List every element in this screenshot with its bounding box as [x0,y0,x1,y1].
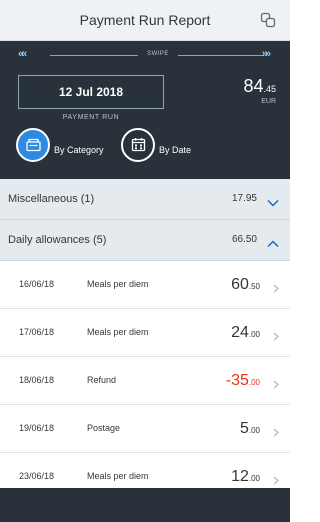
list-item[interactable]: 18/06/18 Refund -35.00 [0,357,290,405]
chevron-right-icon [273,328,279,346]
group-amount: 66.50 [231,234,257,245]
total-amount: 84.45 [243,76,276,97]
chevron-down-icon [267,194,279,212]
item-amount-cents: .00 [248,378,260,387]
item-amount-whole: -35 [225,372,249,389]
group-amount: 17.95 [231,193,257,204]
page-title: Payment Run Report [79,12,211,28]
item-amount-cents: .00 [248,474,260,483]
payment-run-date[interactable]: 12 Jul 2018 [18,75,164,109]
item-date: 17/06/18 [19,327,55,337]
group-daily-allowances[interactable]: Daily allowances (5) 66.50 [0,220,290,261]
footer-bar [0,488,290,522]
divider [50,55,138,56]
chevron-up-icon [267,235,279,253]
item-amount: 60.50 [231,261,260,310]
item-date: 16/06/18 [19,279,55,289]
item-amount-whole: 24 [231,324,249,341]
item-date: 18/06/18 [19,375,55,385]
item-amount-whole: 12 [231,468,249,485]
item-amount: 24.00 [231,309,260,358]
chevron-right-icon [273,424,279,442]
chevron-right-icon [273,280,279,298]
item-description: Meals per diem [87,327,149,337]
list-item[interactable]: 16/06/18 Meals per diem 60.50 [0,261,290,309]
chevron-right-icon [273,376,279,394]
calendar-icon [121,128,155,162]
item-amount-cents: .50 [248,282,260,291]
divider [178,55,264,56]
list-item[interactable]: 17/06/18 Meals per diem 24.00 [0,309,290,357]
item-amount: -35.00 [226,357,260,406]
payment-run-label: PAYMENT RUN [62,114,120,121]
group-title: Daily allowances (5) [8,234,107,246]
total-amount-whole: 84 [243,76,264,96]
item-description: Meals per diem [87,279,149,289]
payment-summary: «« SWIPE »» 12 Jul 2018 84.45 EUR PAYMEN… [0,41,290,179]
item-amount-cents: .00 [248,330,260,339]
category-icon [16,128,50,162]
item-description: Postage [87,423,121,433]
list-item[interactable]: 19/06/18 Postage 5.00 [0,405,290,453]
item-date: 19/06/18 [19,423,55,433]
item-amount-whole: 5 [239,420,249,437]
swipe-label: SWIPE [147,51,169,57]
by-category-label: By Category [54,145,104,155]
header-bar: Payment Run Report [0,0,290,41]
currency-label: EUR [261,98,276,105]
group-miscellaneous[interactable]: Miscellaneous (1) 17.95 [0,179,290,220]
item-amount-whole: 60 [231,276,249,293]
total-amount-cents: .45 [263,84,276,94]
swipe-left-icon[interactable]: «« [18,48,27,60]
item-amount-cents: .00 [248,426,260,435]
copy-icon[interactable] [260,12,276,28]
group-title: Miscellaneous (1) [8,193,95,205]
swipe-right-icon[interactable]: »» [262,48,271,60]
swipe-indicator[interactable]: «« SWIPE »» [12,48,278,60]
by-date-label: By Date [159,145,192,155]
item-description: Refund [87,375,117,385]
item-amount: 5.00 [240,405,260,454]
